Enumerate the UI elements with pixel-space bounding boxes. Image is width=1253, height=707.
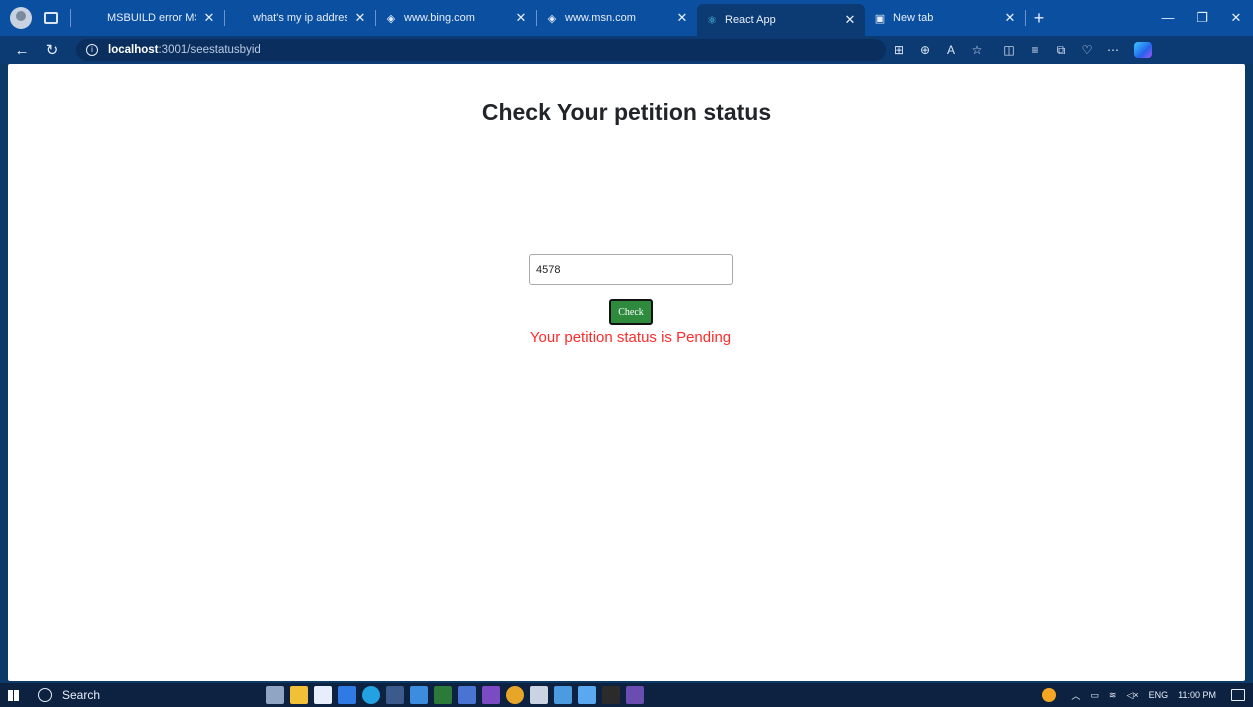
newtab-icon: ▣ bbox=[874, 12, 886, 25]
status-message: Your petition status is Pending bbox=[529, 329, 732, 346]
read-aloud-icon[interactable]: A bbox=[938, 39, 964, 61]
settings-icon[interactable] bbox=[530, 686, 548, 704]
taskbar-search[interactable]: Search bbox=[32, 683, 237, 707]
app-icon[interactable] bbox=[386, 686, 404, 704]
tab-strip: MSBUILD error MSB1011 : ✕ what's my ip a… bbox=[0, 0, 1253, 36]
favorite-star-icon[interactable]: ☆ bbox=[964, 39, 990, 61]
react-icon: ⚛ bbox=[707, 14, 717, 27]
close-icon[interactable]: ✕ bbox=[843, 12, 857, 28]
zoom-icon[interactable]: ⊕ bbox=[912, 39, 938, 61]
tab-ip-address[interactable]: what's my ip address site: ✕ bbox=[225, 4, 375, 32]
volume-icon[interactable]: ◁× bbox=[1126, 690, 1138, 701]
url-path: :3001/seestatusbyid bbox=[158, 44, 261, 56]
visual-studio-icon[interactable] bbox=[482, 686, 500, 704]
tab-divider bbox=[70, 9, 71, 27]
msn-icon: ◈ bbox=[547, 12, 557, 25]
collections-icon[interactable]: ⧉ bbox=[1048, 39, 1074, 61]
tab-title: what's my ip address site: bbox=[253, 12, 347, 24]
clock[interactable]: 11:00 PM bbox=[1178, 690, 1216, 700]
petition-id-input[interactable] bbox=[529, 254, 733, 285]
chrome-icon[interactable] bbox=[506, 686, 524, 704]
tab-react-app[interactable]: ⚛ React App ✕ bbox=[697, 4, 865, 36]
workspaces-icon[interactable] bbox=[44, 12, 58, 24]
restore-icon[interactable]: ❐ bbox=[1185, 10, 1219, 26]
taskbar-search-label: Search bbox=[62, 688, 101, 702]
wifi-icon[interactable]: ≋ bbox=[1109, 690, 1117, 701]
copilot-icon[interactable] bbox=[1134, 42, 1152, 58]
battery-icon[interactable]: ▭ bbox=[1090, 690, 1099, 701]
tab-msn[interactable]: ◈ www.msn.com ✕ bbox=[537, 4, 697, 32]
back-arrow-icon[interactable]: ← bbox=[10, 38, 34, 62]
close-icon[interactable]: ✕ bbox=[514, 10, 528, 26]
tab-msbuild[interactable]: MSBUILD error MSB1011 : ✕ bbox=[79, 4, 224, 32]
vscode-icon[interactable] bbox=[410, 686, 428, 704]
app-icon[interactable] bbox=[458, 686, 476, 704]
app-icon[interactable] bbox=[554, 686, 572, 704]
bing-icon: ◈ bbox=[386, 12, 396, 25]
minimize-icon[interactable]: — bbox=[1151, 10, 1185, 26]
file-explorer-icon[interactable] bbox=[290, 686, 308, 704]
notification-icon[interactable] bbox=[1231, 689, 1245, 701]
url-host: localhost bbox=[108, 44, 159, 56]
chevron-up-icon[interactable]: ︿ bbox=[1071, 689, 1080, 702]
search-icon bbox=[38, 688, 52, 702]
refresh-icon[interactable]: ↻ bbox=[40, 38, 64, 62]
store-icon[interactable] bbox=[314, 686, 332, 704]
taskbar: Search ︿ ▭ ≋ ◁× ENG 11:00 PM bbox=[0, 683, 1253, 707]
page-icon bbox=[233, 11, 247, 25]
info-icon[interactable]: i bbox=[86, 44, 98, 56]
edge-icon[interactable] bbox=[362, 686, 380, 704]
new-tab-button[interactable]: + bbox=[1026, 8, 1052, 29]
notepad-icon[interactable] bbox=[434, 686, 452, 704]
more-options-icon[interactable]: ⋯ bbox=[1100, 39, 1126, 61]
system-tray: ︿ ▭ ≋ ◁× ENG 11:00 PM bbox=[1042, 688, 1253, 702]
page-viewport: Check Your petition status Check Your pe… bbox=[8, 64, 1245, 681]
status-orb-icon[interactable] bbox=[1042, 688, 1057, 702]
tab-title: React App bbox=[725, 14, 776, 26]
close-window-icon[interactable]: ✕ bbox=[1219, 10, 1253, 26]
close-icon[interactable]: ✕ bbox=[202, 10, 216, 26]
tab-title: www.msn.com bbox=[565, 12, 636, 24]
terminal-icon[interactable] bbox=[602, 686, 620, 704]
page-icon bbox=[87, 11, 101, 25]
tab-bing[interactable]: ◈ www.bing.com ✕ bbox=[376, 4, 536, 32]
tab-title: MSBUILD error MSB1011 : bbox=[107, 12, 196, 24]
task-view-icon[interactable] bbox=[266, 686, 284, 704]
tab-new-tab[interactable]: ▣ New tab ✕ bbox=[865, 4, 1025, 32]
address-bar[interactable]: i localhost :3001/seestatusbyid bbox=[76, 39, 886, 61]
tab-title: New tab bbox=[893, 12, 934, 24]
app-available-icon[interactable]: ⊞ bbox=[886, 39, 912, 61]
close-icon[interactable]: ✕ bbox=[675, 10, 689, 26]
windows-start-icon[interactable] bbox=[0, 683, 26, 707]
profile-avatar-icon[interactable] bbox=[10, 7, 32, 29]
page-title: Check Your petition status bbox=[481, 99, 772, 125]
tab-title: www.bing.com bbox=[404, 12, 475, 24]
app-icon[interactable] bbox=[626, 686, 644, 704]
browser-window: MSBUILD error MSB1011 : ✕ what's my ip a… bbox=[0, 0, 1253, 707]
mail-icon[interactable] bbox=[338, 686, 356, 704]
language-indicator[interactable]: ENG bbox=[1149, 690, 1169, 700]
browser-essentials-icon[interactable]: ♡ bbox=[1074, 39, 1100, 61]
check-button[interactable]: Check bbox=[609, 299, 653, 325]
favorites-icon[interactable]: ≡ bbox=[1022, 39, 1048, 61]
docker-icon[interactable] bbox=[578, 686, 596, 704]
split-screen-icon[interactable]: ◫ bbox=[996, 39, 1022, 61]
close-icon[interactable]: ✕ bbox=[1003, 10, 1017, 26]
close-icon[interactable]: ✕ bbox=[353, 10, 367, 26]
address-toolbar: ← ↻ i localhost :3001/seestatusbyid ⊞ ⊕ … bbox=[0, 36, 1253, 64]
